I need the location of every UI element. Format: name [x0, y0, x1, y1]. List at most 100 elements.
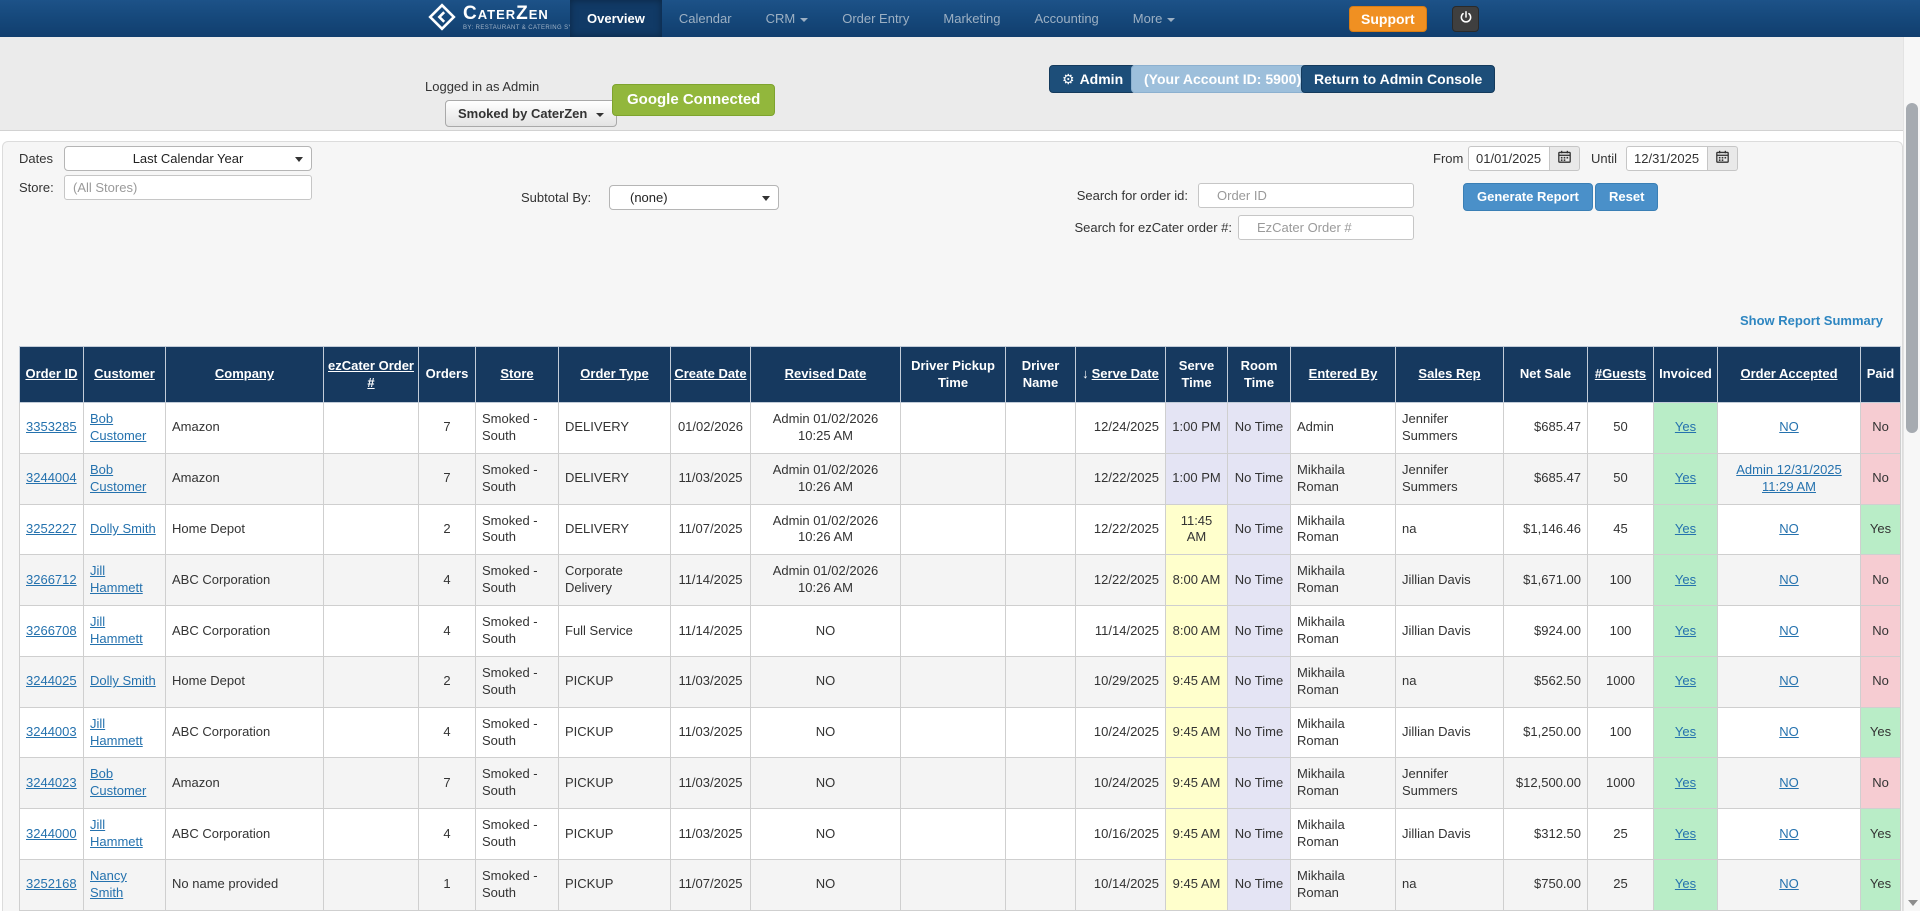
customer-link[interactable]: Jill Hammett [90, 817, 143, 849]
accepted-link[interactable]: NO [1779, 775, 1799, 790]
order_id-link[interactable]: 3244023 [26, 775, 77, 790]
subtotal-select[interactable]: (none) [609, 185, 779, 210]
order_id-link[interactable]: 3353285 [26, 419, 77, 434]
nav-item-label: CRM [766, 11, 796, 26]
column-header-label: Company [215, 366, 274, 381]
accepted-link[interactable]: NO [1779, 673, 1799, 688]
search-order-input[interactable] [1198, 183, 1414, 208]
column-header-ezcater[interactable]: ezCater Order # [324, 347, 419, 403]
accepted-link[interactable]: Admin 12/31/2025 11:29 AM [1736, 462, 1842, 494]
store-input[interactable] [64, 175, 312, 200]
store-cell: Smoked - South [476, 707, 559, 758]
column-header-sales_rep[interactable]: Sales Rep [1396, 347, 1504, 403]
revised_date-cell: Admin 01/02/2026 10:25 AM [751, 403, 901, 454]
google-connected-button[interactable]: Google Connected [612, 84, 775, 116]
nav-item-more[interactable]: More [1116, 0, 1193, 37]
invoiced-link[interactable]: Yes [1675, 826, 1696, 841]
power-button[interactable] [1452, 6, 1479, 32]
nav-item-accounting[interactable]: Accounting [1017, 0, 1115, 37]
order_id-link[interactable]: 3252168 [26, 876, 77, 891]
accepted-link[interactable]: NO [1779, 826, 1799, 841]
until-date-input[interactable] [1626, 146, 1708, 171]
order_id-link[interactable]: 3266708 [26, 623, 77, 638]
customer-link[interactable]: Jill Hammett [90, 563, 143, 595]
reset-button[interactable]: Reset [1595, 183, 1658, 211]
logged-in-text: Logged in as Admin [425, 79, 539, 94]
customer-link[interactable]: Dolly Smith [90, 673, 156, 688]
serve_date-cell: 12/24/2025 [1076, 403, 1166, 454]
invoiced-link[interactable]: Yes [1675, 419, 1696, 434]
column-header-store[interactable]: Store [476, 347, 559, 403]
invoiced-link[interactable]: Yes [1675, 775, 1696, 790]
create_date-cell: 11/07/2025 [671, 860, 751, 911]
column-header-order_id[interactable]: Order ID [20, 347, 84, 403]
invoiced-link[interactable]: Yes [1675, 470, 1696, 485]
company-cell: Home Depot [166, 504, 324, 555]
nav-item-order-entry[interactable]: Order Entry [825, 0, 926, 37]
column-header-serve_date[interactable]: ↓Serve Date [1076, 347, 1166, 403]
store-dropdown-button[interactable]: Smoked by CaterZen [445, 100, 617, 127]
nav-item-crm[interactable]: CRM [749, 0, 826, 37]
serve_time-cell: 8:00 AM [1166, 555, 1228, 606]
column-header-guests[interactable]: #Guests [1588, 347, 1654, 403]
column-header-order_type[interactable]: Order Type [559, 347, 671, 403]
invoiced-cell: Yes [1654, 860, 1718, 911]
store-cell: Smoked - South [476, 758, 559, 809]
column-header-customer[interactable]: Customer [84, 347, 166, 403]
invoiced-link[interactable]: Yes [1675, 521, 1696, 536]
entered_by-cell: Mikhaila Roman [1291, 707, 1396, 758]
order_id-link[interactable]: 3244004 [26, 470, 77, 485]
customer-link[interactable]: Jill Hammett [90, 716, 143, 748]
customer-link[interactable]: Jill Hammett [90, 614, 143, 646]
scrollbar-down-arrow[interactable] [1908, 900, 1918, 906]
accepted-link[interactable]: NO [1779, 572, 1799, 587]
accepted-link[interactable]: NO [1779, 521, 1799, 536]
accepted-link[interactable]: NO [1779, 724, 1799, 739]
accepted-cell: NO [1718, 809, 1861, 860]
invoiced-link[interactable]: Yes [1675, 724, 1696, 739]
account-id-button[interactable]: (Your Account ID: 5900) [1131, 65, 1314, 93]
column-header-accepted[interactable]: Order Accepted [1718, 347, 1861, 403]
customer-link[interactable]: Nancy Smith [90, 868, 127, 900]
create_date-cell: 11/14/2025 [671, 606, 751, 657]
accepted-link[interactable]: NO [1779, 623, 1799, 638]
order_id-link[interactable]: 3252227 [26, 521, 77, 536]
column-header-company[interactable]: Company [166, 347, 324, 403]
generate-report-button[interactable]: Generate Report [1463, 183, 1593, 211]
show-report-summary-link[interactable]: Show Report Summary [1740, 313, 1883, 328]
customer-link[interactable]: Bob Customer [90, 766, 146, 798]
table-row: 3244025Dolly SmithHome Depot2Smoked - So… [20, 656, 1901, 707]
order_type-cell: Corporate Delivery [559, 555, 671, 606]
column-header-revised_date[interactable]: Revised Date [751, 347, 901, 403]
return-admin-console-button[interactable]: Return to Admin Console [1301, 65, 1495, 93]
order_id-link[interactable]: 3266712 [26, 572, 77, 587]
accepted-link[interactable]: NO [1779, 419, 1799, 434]
customer-link[interactable]: Dolly Smith [90, 521, 156, 536]
nav-item-marketing[interactable]: Marketing [926, 0, 1017, 37]
invoiced-link[interactable]: Yes [1675, 572, 1696, 587]
column-header-create_date[interactable]: Create Date [671, 347, 751, 403]
from-calendar-button[interactable] [1550, 146, 1580, 171]
invoiced-link[interactable]: Yes [1675, 673, 1696, 688]
from-date-input[interactable] [1468, 146, 1550, 171]
column-header-entered_by[interactable]: Entered By [1291, 347, 1396, 403]
nav-item-calendar[interactable]: Calendar [662, 0, 749, 37]
invoiced-link[interactable]: Yes [1675, 876, 1696, 891]
order_id-link[interactable]: 3244003 [26, 724, 77, 739]
scrollbar-thumb[interactable] [1906, 103, 1918, 433]
support-button[interactable]: Support [1349, 6, 1427, 32]
order_id-link[interactable]: 3244025 [26, 673, 77, 688]
customer-link[interactable]: Bob Customer [90, 411, 146, 443]
admin-button[interactable]: ⚙Admin [1049, 65, 1136, 93]
revised_date-cell: NO [751, 656, 901, 707]
invoiced-link[interactable]: Yes [1675, 623, 1696, 638]
orders-cell: 4 [419, 707, 476, 758]
until-calendar-button[interactable] [1708, 146, 1738, 171]
nav-item-overview[interactable]: Overview [570, 0, 662, 37]
order_id-link[interactable]: 3244000 [26, 826, 77, 841]
dates-select[interactable]: Last Calendar Year [64, 146, 312, 171]
search-ezcater-input[interactable] [1238, 215, 1414, 240]
customer-link[interactable]: Bob Customer [90, 462, 146, 494]
accepted-link[interactable]: NO [1779, 876, 1799, 891]
serve_time-cell: 9:45 AM [1166, 707, 1228, 758]
